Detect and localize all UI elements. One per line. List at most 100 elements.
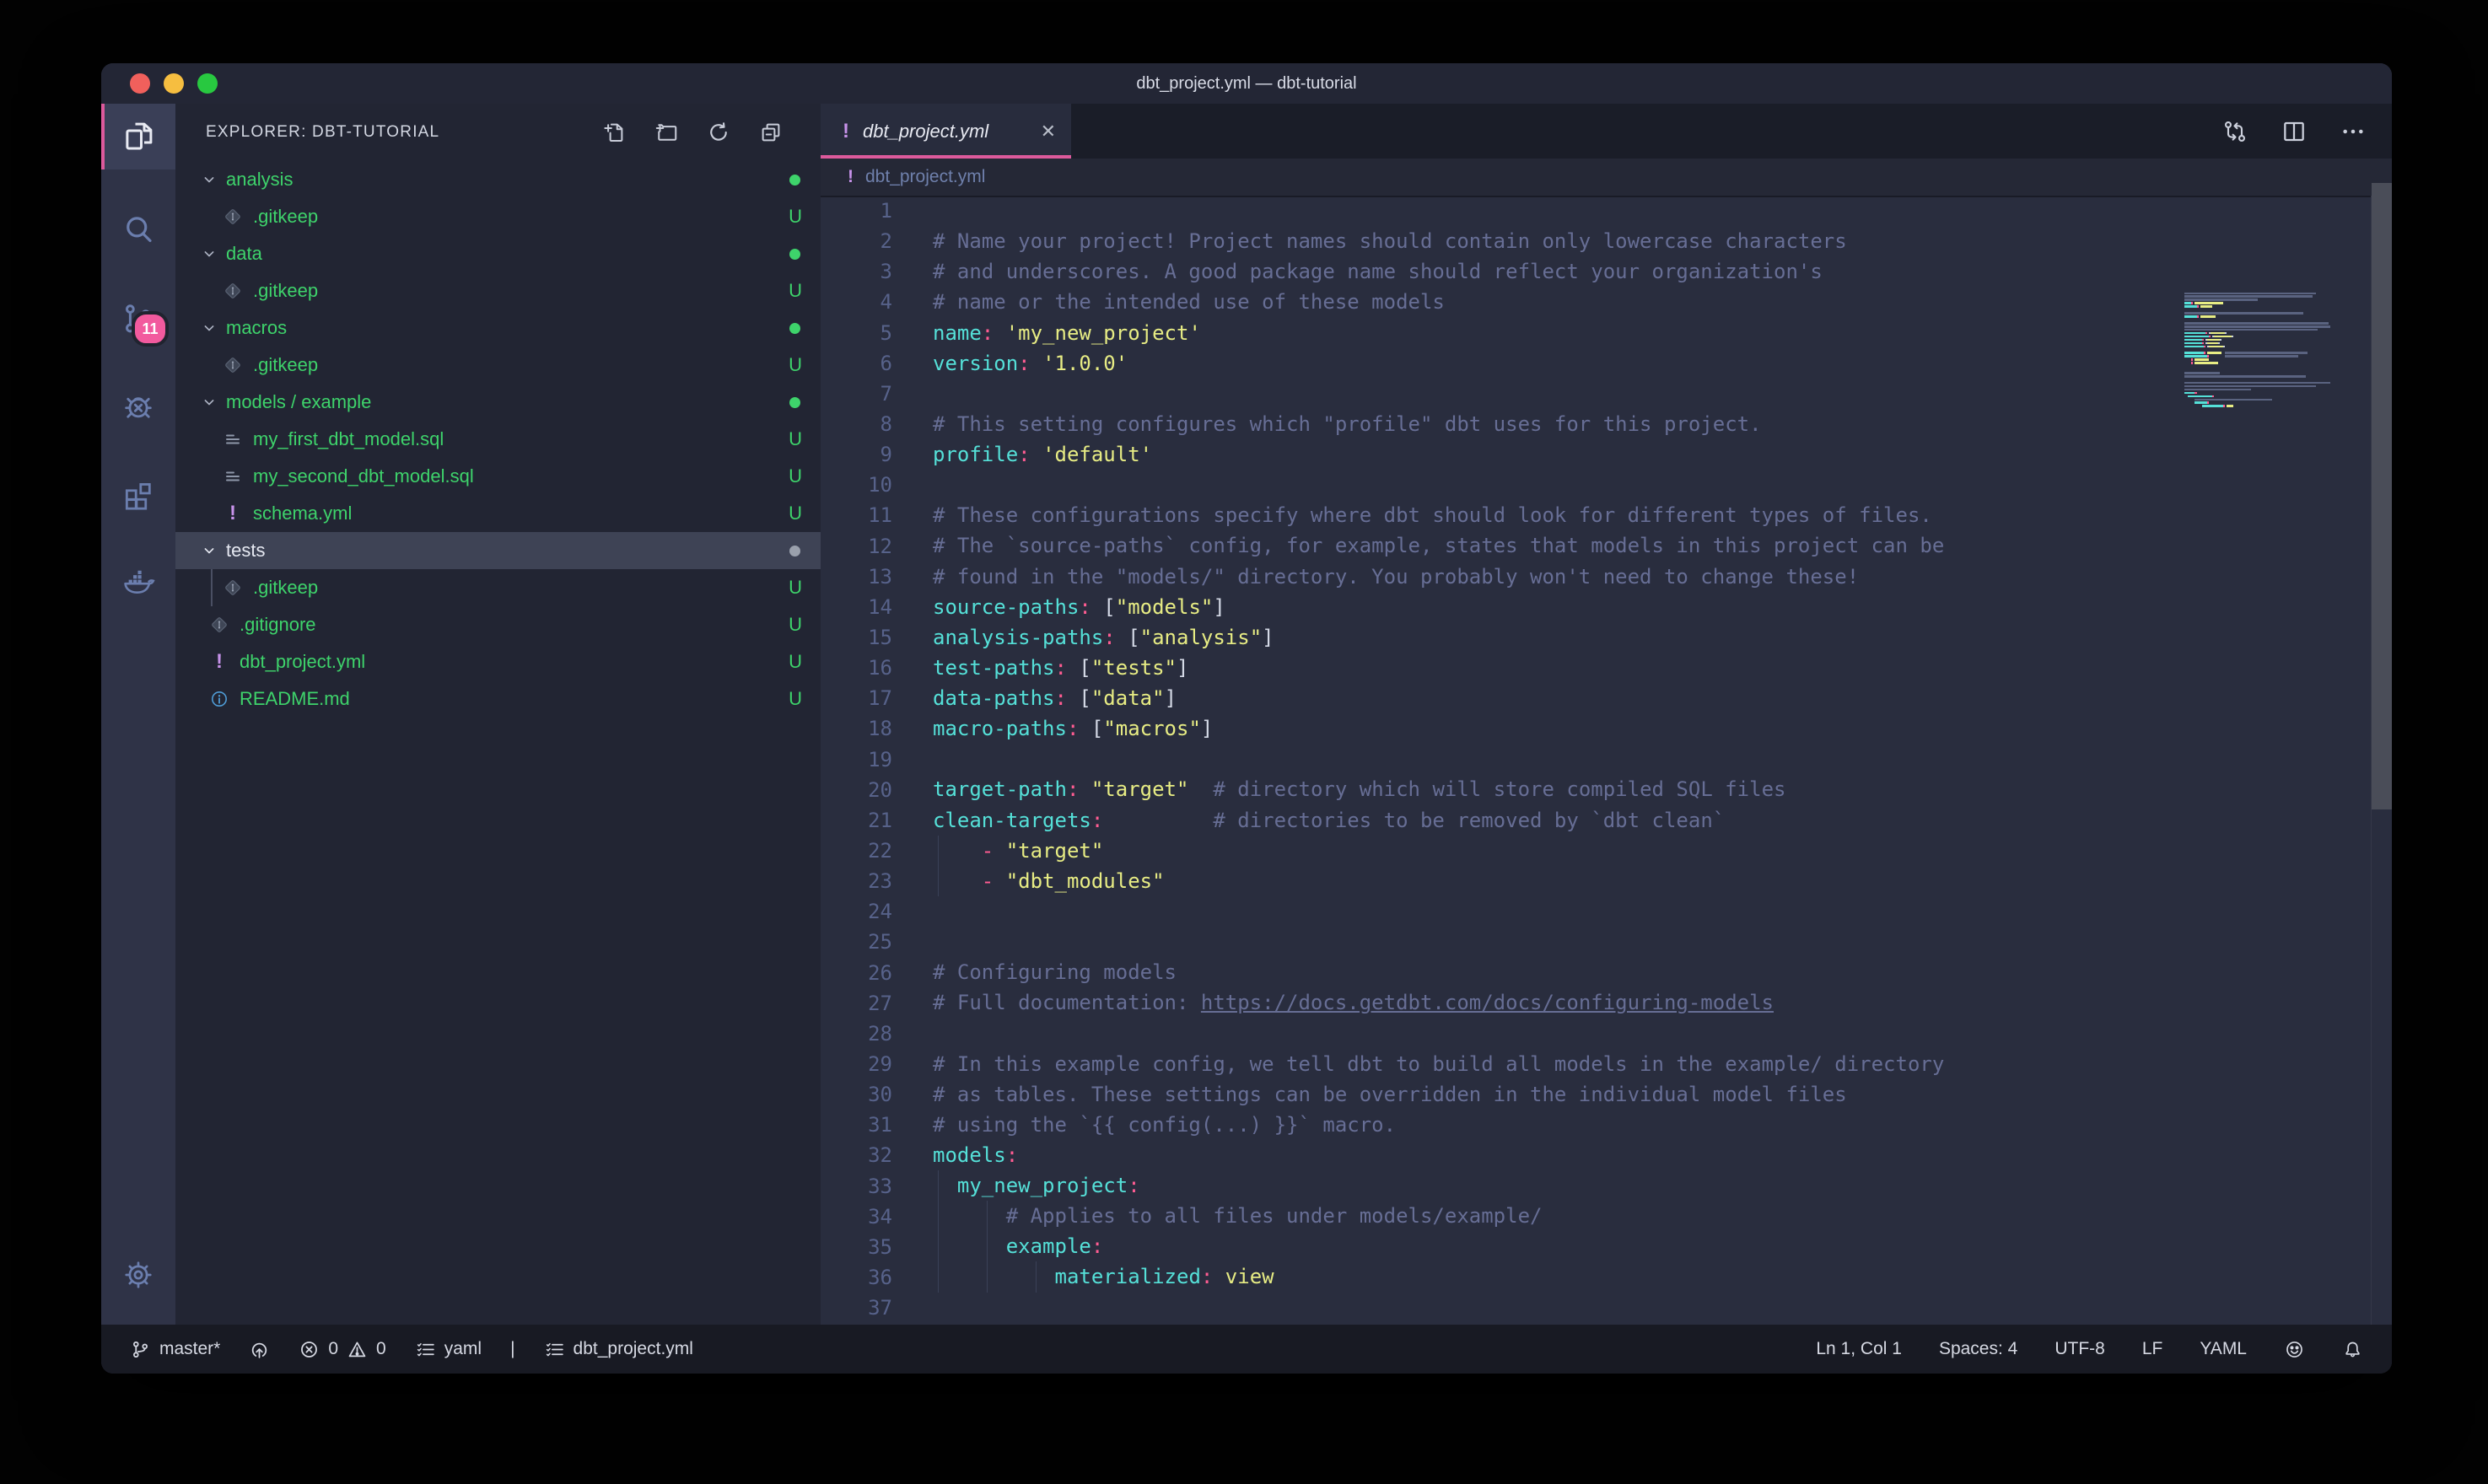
code-line-15[interactable]: analysis-paths: ["analysis"] [821,622,2392,653]
activitybar-extensions[interactable] [101,461,175,527]
activitybar-settings[interactable] [101,1242,175,1308]
minimap-segment [2195,358,2209,361]
activitybar-search[interactable] [101,196,175,262]
title-bar[interactable]: dbt_project.yml — dbt-tutorial [101,63,2392,104]
code-line-20[interactable]: target-path: "target" # directory which … [821,774,2392,804]
token-t [933,1174,957,1197]
token-t [933,839,982,863]
tab-dbt-project-yml[interactable]: ! dbt_project.yml ✕ [821,104,1071,159]
status-eol[interactable]: LF [2142,1339,2163,1359]
close-tab-icon[interactable]: ✕ [1041,121,1056,142]
code-line-19[interactable] [821,744,2392,774]
tree-folder-models-example[interactable]: models / example [175,384,821,421]
token-t [1213,1265,1225,1288]
code-line-26[interactable]: # Configuring models [821,957,2392,987]
code-lines[interactable]: # Name your project! Project names shoul… [821,196,2392,1323]
token-b: [ [1128,626,1139,649]
editor-scrollbar[interactable] [2372,183,2392,809]
activitybar-explorer[interactable] [101,104,175,169]
code-line-9[interactable]: profile: 'default' [821,439,2392,470]
code-line-8[interactable]: # This setting configures which "profile… [821,409,2392,439]
status-linter-yaml[interactable]: yaml [415,1339,482,1360]
code-line-11[interactable]: # These configurations specify where dbt… [821,500,2392,530]
more-icon[interactable] [2340,118,2367,145]
tree-file--gitkeep[interactable]: .gitkeepU [175,569,821,606]
tree-file--gitkeep[interactable]: .gitkeepU [175,198,821,235]
refresh-icon[interactable] [706,120,731,145]
code-line-13[interactable]: # found in the "models/" directory. You … [821,562,2392,592]
status-bar: master*00yaml|dbt_project.yml Ln 1, Col … [101,1325,2392,1374]
code-line-10[interactable] [821,470,2392,500]
breadcrumb-file[interactable]: dbt_project.yml [865,167,985,187]
tree-folder-data[interactable]: data [175,235,821,272]
tree-file-my-second-dbt-model-sql[interactable]: my_second_dbt_model.sqlU [175,458,821,495]
tree-file-dbt-project-yml[interactable]: !dbt_project.ymlU [175,643,821,680]
tree-folder-tests[interactable]: tests [175,532,821,569]
code-line-34[interactable]: # Applies to all files under models/exam… [821,1201,2392,1231]
code-line-33[interactable]: my_new_project: [821,1170,2392,1201]
tree-file--gitignore[interactable]: .gitignoreU [175,606,821,643]
status-feedback[interactable] [2284,1339,2305,1360]
status-encoding[interactable]: UTF-8 [2054,1339,2105,1359]
code-line-30[interactable]: # as tables. These settings can be overr… [821,1079,2392,1110]
tree-folder-analysis[interactable]: analysis [175,161,821,198]
minimap-segment [2209,346,2223,348]
code-line-14[interactable]: source-paths: ["models"] [821,592,2392,622]
status-problems[interactable]: 00 [299,1339,385,1360]
minimap-segment [2207,342,2217,345]
code-line-37[interactable] [821,1293,2392,1323]
new-folder-icon[interactable] [654,120,679,145]
status-linter-file[interactable]: dbt_project.yml [544,1339,693,1360]
code-line-35[interactable]: example: [821,1231,2392,1261]
token-t [1079,717,1091,740]
status-publish-changes[interactable] [249,1339,270,1360]
tree-file--gitkeep[interactable]: .gitkeepU [175,347,821,384]
activitybar-debug[interactable] [101,374,175,439]
code-line-12[interactable]: # The `source-paths` config, for example… [821,530,2392,561]
code-line-29[interactable]: # In this example config, we tell dbt to… [821,1049,2392,1079]
code-line-21[interactable]: clean-targets: # directories to be remov… [821,805,2392,836]
activitybar-source-control[interactable]: 11 [101,286,175,352]
minimap[interactable] [2184,288,2338,411]
split-editor-icon[interactable] [2281,118,2308,145]
code-line-31[interactable]: # using the `{{ config(...) }}` macro. [821,1110,2392,1140]
code-line-27[interactable]: # Full documentation: https://docs.getdb… [821,987,2392,1018]
code-line-4[interactable]: # name or the intended use of these mode… [821,287,2392,317]
tree-file-schema-yml[interactable]: !schema.ymlU [175,495,821,532]
code-line-2[interactable]: # Name your project! Project names shoul… [821,226,2392,256]
code-line-16[interactable]: test-paths: ["tests"] [821,653,2392,683]
code-line-25[interactable] [821,927,2392,957]
code-line-23[interactable]: - "dbt_modules" [821,866,2392,896]
breadcrumb[interactable]: ! dbt_project.yml [821,159,2392,197]
compare-icon[interactable] [2221,118,2248,145]
status-language-mode[interactable]: YAML [2200,1339,2247,1359]
status-cursor-position[interactable]: Ln 1, Col 1 [1816,1339,1902,1359]
code-line-18[interactable]: macro-paths: ["macros"] [821,713,2392,744]
code-line-17[interactable]: data-paths: ["data"] [821,683,2392,713]
code-line-32[interactable]: models: [821,1140,2392,1170]
code-line-1[interactable] [821,196,2392,226]
tree-folder-macros[interactable]: macros [175,309,821,347]
code-line-5[interactable]: name: 'my_new_project' [821,318,2392,348]
code-editor[interactable]: 1234567891011121314151617181920212223242… [821,196,2392,1325]
tree-file--gitkeep[interactable]: .gitkeepU [175,272,821,309]
token-p: : [1006,1143,1018,1167]
tree-file-my-first-dbt-model-sql[interactable]: my_first_dbt_model.sqlU [175,421,821,458]
code-line-24[interactable] [821,896,2392,927]
status-notifications[interactable] [2342,1339,2363,1360]
code-line-28[interactable] [821,1018,2392,1048]
code-line-7[interactable] [821,379,2392,409]
tree-file-readme-md[interactable]: README.mdU [175,680,821,718]
info-file-icon [209,689,229,709]
activitybar-docker[interactable] [101,548,175,614]
status-git-branch[interactable]: master* [130,1339,220,1360]
status-indentation[interactable]: Spaces: 4 [1939,1339,2017,1359]
code-line-6[interactable]: version: '1.0.0' [821,348,2392,379]
new-file-icon[interactable] [601,120,627,145]
code-line-36[interactable]: materialized: view [821,1261,2392,1292]
code-line-3[interactable]: # and underscores. A good package name s… [821,256,2392,287]
collapse-all-icon[interactable] [758,120,784,145]
status-label: master* [159,1339,220,1359]
code-line-22[interactable]: - "target" [821,836,2392,866]
token-k: target-path [933,777,1067,801]
